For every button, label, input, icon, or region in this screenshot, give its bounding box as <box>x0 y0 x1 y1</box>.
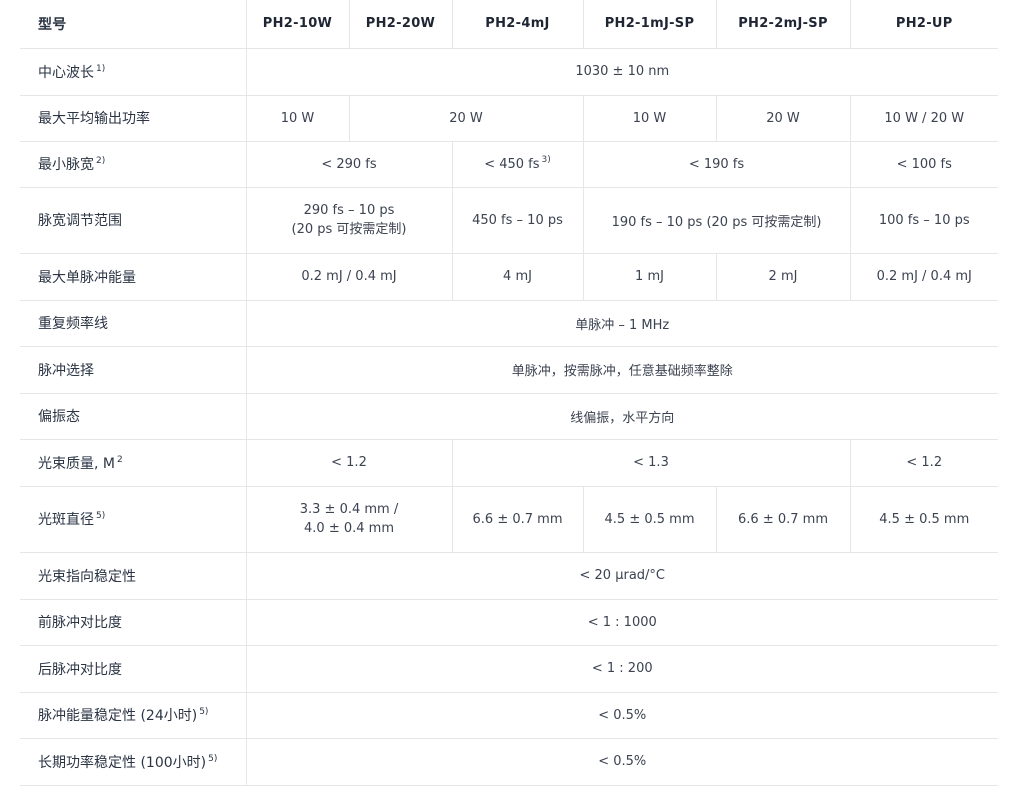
row-label: 光束指向稳定性 <box>20 552 246 600</box>
row-label: 最大单脉冲能量 <box>20 253 246 301</box>
footnote-marker: 1) <box>96 63 106 74</box>
row-pulse-range: 脉宽调节范围 290 fs – 10 ps (20 ps 可按需定制) 450 … <box>20 187 998 254</box>
row-pre-contrast: 前脉冲对比度 < 1 : 1000 <box>20 599 998 646</box>
cell-value: 0.2 mJ / 0.4 mJ <box>849 253 998 301</box>
footnote-marker: 2) <box>96 156 106 167</box>
spec-table: 型号 PH2-10W PH2-20W PH2-4mJ PH2-1mJ-SP PH… <box>20 0 998 786</box>
row-post-contrast: 后脉冲对比度 < 1 : 200 <box>20 645 998 693</box>
row-rep-rate: 重复频率线 单脉冲 – 1 MHz <box>20 300 998 347</box>
footnote-marker: 5) <box>96 511 106 522</box>
header-model-ph2-10w: PH2-10W <box>245 0 349 49</box>
cell-value: < 1.2 <box>245 439 452 487</box>
row-pulse-energy: 最大单脉冲能量 0.2 mJ / 0.4 mJ 4 mJ 1 mJ 2 mJ 0… <box>20 253 998 301</box>
row-label: 前脉冲对比度 <box>20 599 246 646</box>
cell-value: 1030 ± 10 nm <box>245 48 998 96</box>
row-label: 重复频率线 <box>20 300 246 347</box>
cell-value: 190 fs – 10 ps (20 ps 可按需定制) <box>582 187 850 254</box>
header-row: 型号 PH2-10W PH2-20W PH2-4mJ PH2-1mJ-SP PH… <box>20 0 998 49</box>
cell-value: < 1 : 1000 <box>245 599 998 646</box>
cell-value: < 0.5% <box>245 738 998 786</box>
row-label: 脉宽调节范围 <box>20 187 246 254</box>
cell-value: < 1.3 <box>451 439 850 487</box>
row-label: 光斑直径 5) <box>20 486 246 553</box>
cell-value: < 100 fs <box>849 141 998 188</box>
cell-value: 10 W / 20 W <box>849 95 998 142</box>
footnote-marker: 5) <box>199 707 209 718</box>
row-label: 最小脉宽 2) <box>20 141 246 188</box>
row-energy-stability: 脉冲能量稳定性 (24小时) 5) < 0.5% <box>20 692 998 739</box>
row-avg-power: 最大平均输出功率 10 W 20 W 10 W 20 W 10 W / 20 W <box>20 95 998 142</box>
cell-value: < 1.2 <box>849 439 998 487</box>
cell-value: 20 W <box>348 95 583 142</box>
header-model-ph2-20w: PH2-20W <box>348 0 452 49</box>
row-label: 脉冲能量稳定性 (24小时) 5) <box>20 692 246 739</box>
row-polarization: 偏振态 线偏振，水平方向 <box>20 393 998 440</box>
cell-value: 单脉冲 – 1 MHz <box>245 300 998 347</box>
cell-value: 100 fs – 10 ps <box>849 187 998 254</box>
cell-value: 2 mJ <box>715 253 850 301</box>
cell-value: < 0.5% <box>245 692 998 739</box>
row-label: 脉冲选择 <box>20 346 246 394</box>
row-wavelength: 中心波长 1) 1030 ± 10 nm <box>20 48 998 96</box>
cell-value: 4.5 ± 0.5 mm <box>582 486 716 553</box>
row-pulse-pick: 脉冲选择 单脉冲，按需脉冲，任意基础频率整除 <box>20 346 998 394</box>
row-label: 长期功率稳定性 (100小时) 5) <box>20 738 246 786</box>
cell-value: 20 W <box>715 95 850 142</box>
row-label: 中心波长 1) <box>20 48 246 96</box>
superscript: 2 <box>116 454 123 465</box>
row-beam-quality: 光束质量, M2 < 1.2 < 1.3 < 1.2 <box>20 439 998 487</box>
cell-value: 4 mJ <box>451 253 583 301</box>
cell-value: 10 W <box>582 95 716 142</box>
header-model-ph2-1mj-sp: PH2-1mJ-SP <box>582 0 716 49</box>
cell-value: < 190 fs <box>582 141 850 188</box>
cell-value: < 20 µrad/°C <box>245 552 998 600</box>
footnote-marker: 3) <box>541 155 551 166</box>
header-param: 型号 <box>20 0 246 49</box>
cell-value: 1 mJ <box>582 253 716 301</box>
header-model-ph2-up: PH2-UP <box>849 0 998 49</box>
row-label: 最大平均输出功率 <box>20 95 246 142</box>
cell-value: < 1 : 200 <box>245 645 998 693</box>
cell-value: 6.6 ± 0.7 mm <box>715 486 850 553</box>
row-label: 光束质量, M2 <box>20 439 246 487</box>
cell-value: 0.2 mJ / 0.4 mJ <box>245 253 452 301</box>
cell-value: < 290 fs <box>245 141 452 188</box>
row-label: 偏振态 <box>20 393 246 440</box>
cell-value: 线偏振，水平方向 <box>245 393 998 440</box>
row-min-pulse: 最小脉宽 2) < 290 fs < 450 fs 3) < 190 fs < 10… <box>20 141 998 188</box>
row-spot-diameter: 光斑直径 5) 3.3 ± 0.4 mm / 4.0 ± 0.4 mm 6.6 ±… <box>20 486 998 553</box>
cell-value: 10 W <box>245 95 349 142</box>
footnote-marker: 5) <box>208 753 218 764</box>
row-power-stability: 长期功率稳定性 (100小时) 5) < 0.5% <box>20 738 998 786</box>
cell-value: 450 fs – 10 ps <box>451 187 583 254</box>
header-model-ph2-2mj-sp: PH2-2mJ-SP <box>715 0 850 49</box>
cell-value: 单脉冲，按需脉冲，任意基础频率整除 <box>245 346 998 394</box>
row-label: 后脉冲对比度 <box>20 645 246 693</box>
cell-value: 4.5 ± 0.5 mm <box>849 486 998 553</box>
cell-value: < 450 fs 3) <box>451 141 583 188</box>
cell-value: 6.6 ± 0.7 mm <box>451 486 583 553</box>
cell-value: 290 fs – 10 ps (20 ps 可按需定制) <box>245 187 452 254</box>
cell-value: 3.3 ± 0.4 mm / 4.0 ± 0.4 mm <box>245 486 452 553</box>
header-model-ph2-4mj: PH2-4mJ <box>451 0 583 49</box>
row-pointing: 光束指向稳定性 < 20 µrad/°C <box>20 552 998 600</box>
